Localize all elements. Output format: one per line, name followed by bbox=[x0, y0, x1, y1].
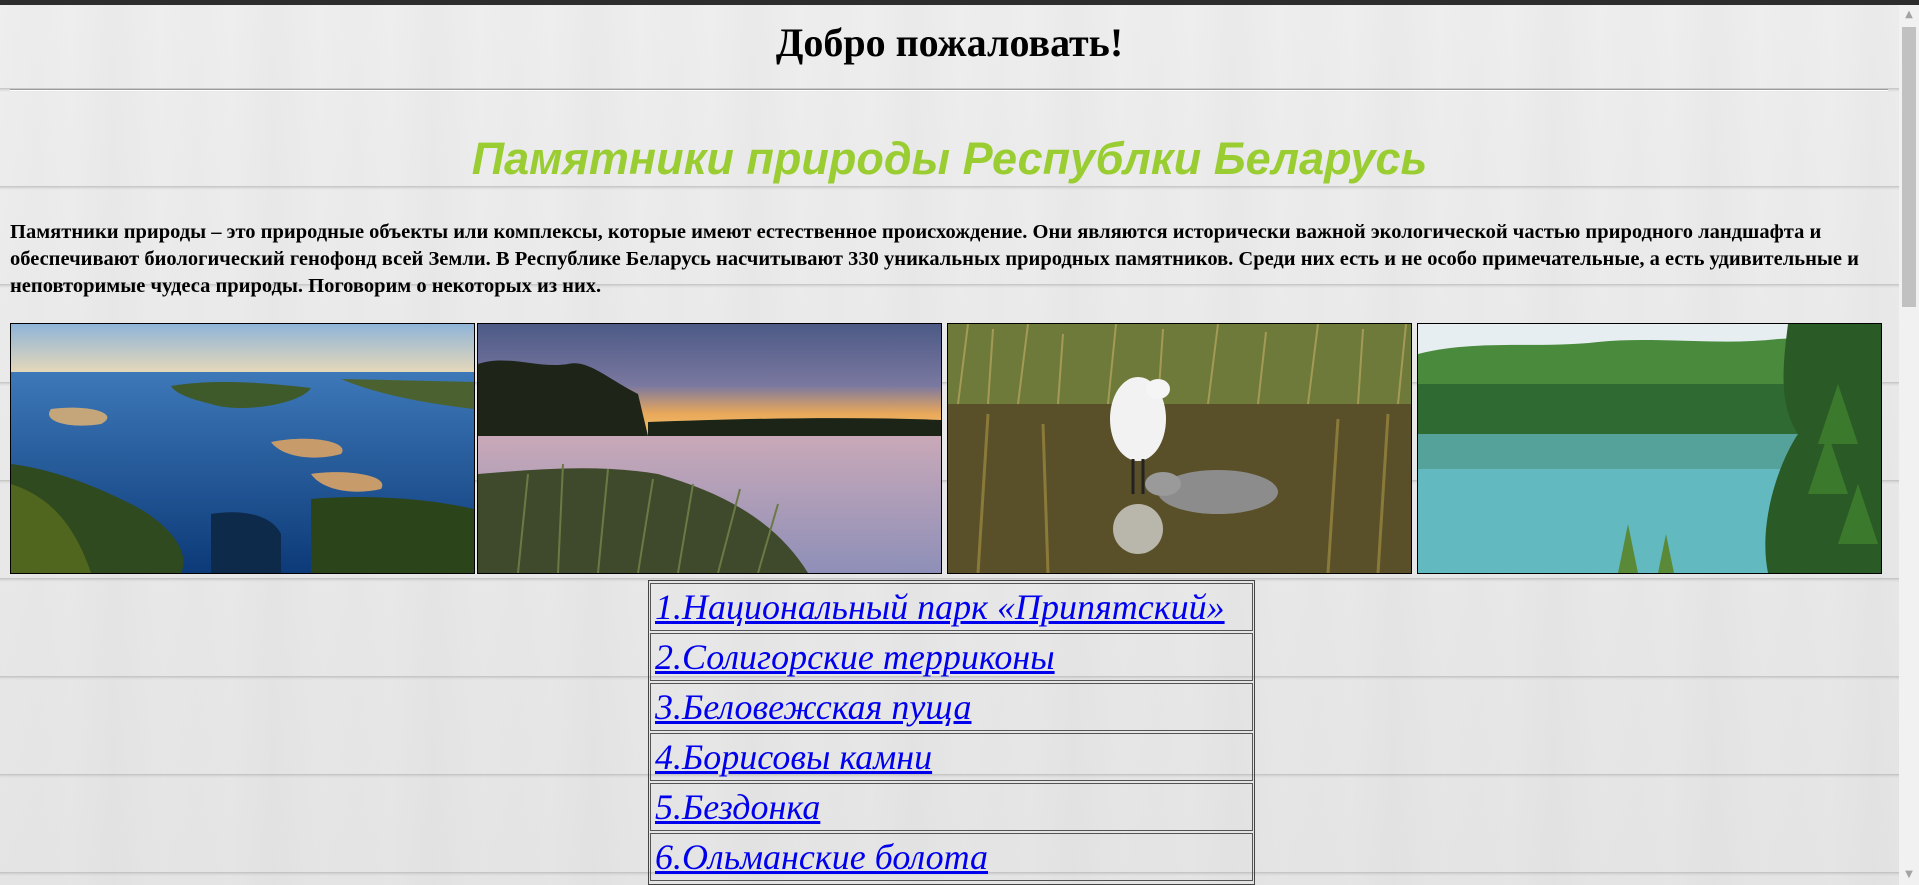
turquoise-lake-image bbox=[1417, 323, 1882, 574]
lake-aerial-image bbox=[10, 323, 475, 574]
horizontal-divider bbox=[10, 89, 1888, 91]
nav-item-bezdonka: 5.Бездонка bbox=[650, 783, 1253, 831]
nav-item-borisov-stones: 4.Борисовы камни bbox=[650, 733, 1253, 781]
nav-link-bezdonka[interactable]: 5.Бездонка bbox=[655, 787, 820, 827]
nav-link-pripyatsky[interactable]: 1.Национальный парк «Припятский» bbox=[655, 587, 1225, 627]
image-gallery bbox=[10, 323, 1883, 575]
nav-link-borisov-stones[interactable]: 4.Борисовы камни bbox=[655, 737, 932, 777]
heron-swan-image bbox=[947, 323, 1412, 574]
scroll-up-icon[interactable]: ▲ bbox=[1899, 5, 1919, 25]
nav-item-soligorsk: 2.Солигорские терриконы bbox=[650, 633, 1253, 681]
vertical-scrollbar[interactable]: ▲ ▼ bbox=[1899, 5, 1919, 885]
nav-link-soligorsk[interactable]: 2.Солигорские терриконы bbox=[655, 637, 1055, 677]
nav-item-belovezhskaya: 3.Беловежская пуща bbox=[650, 683, 1253, 731]
page-title: Памятники природы Республки Беларусь bbox=[471, 133, 1428, 184]
page-content: Добро пожаловать! Памятники природы Респ… bbox=[0, 5, 1899, 885]
nav-item-olmany: 6.Ольманские болота bbox=[650, 833, 1253, 881]
nav-link-olmany[interactable]: 6.Ольманские болота bbox=[655, 837, 988, 877]
sunset-lake-image bbox=[477, 323, 942, 574]
nav-link-belovezhskaya[interactable]: 3.Беловежская пуща bbox=[655, 687, 971, 727]
nav-item-pripyatsky: 1.Национальный парк «Припятский» bbox=[650, 583, 1253, 631]
nature-monuments-nav: 1.Национальный парк «Припятский» 2.Солиг… bbox=[648, 580, 1255, 885]
intro-paragraph: Памятники природы – это природные объект… bbox=[10, 221, 1859, 297]
scrollbar-thumb[interactable] bbox=[1902, 27, 1916, 307]
welcome-heading: Добро пожаловать! bbox=[775, 20, 1124, 65]
scroll-down-icon[interactable]: ▼ bbox=[1899, 865, 1919, 885]
